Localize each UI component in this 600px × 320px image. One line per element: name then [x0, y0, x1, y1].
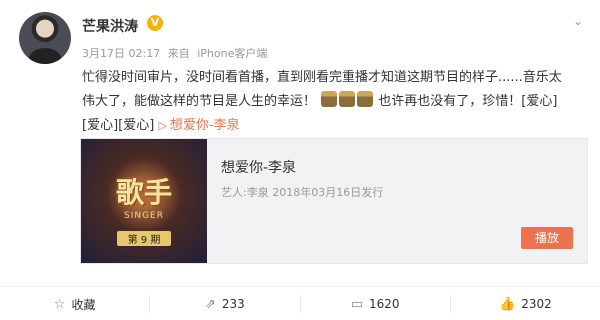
avatar[interactable] — [19, 12, 71, 64]
star-icon: ☆ — [53, 296, 66, 312]
content-text-3a: [爱心][爱心] — [82, 118, 155, 133]
card-title[interactable]: 想爱你-李泉 — [221, 157, 296, 177]
play-button[interactable]: 播放 — [521, 227, 573, 249]
favorite-button[interactable]: ☆ 收藏 — [0, 295, 151, 313]
repost-icon: ⇗ — [204, 296, 216, 312]
content-line-3: [爱心][爱心] ▷ 想爱你-李泉 — [82, 114, 592, 138]
like-button[interactable]: 👍 2302 — [451, 295, 600, 313]
album-cover[interactable]: 歌手 SINGER 第 9 期 — [81, 139, 207, 263]
emoji-icon — [321, 91, 338, 107]
card-subtitle: 艺人:李泉 2018年03月16日发行 — [221, 186, 384, 199]
thumbs-up-icon: 👍 — [499, 296, 516, 312]
emoji-icon — [357, 91, 374, 107]
post-source[interactable]: iPhone客户端 — [197, 47, 267, 60]
comment-count: 1620 — [369, 297, 400, 311]
comment-button[interactable]: ▭ 1620 — [301, 295, 451, 313]
favorite-label: 收藏 — [71, 297, 96, 312]
content-line-2: 伟大了，能做这样的节目是人生的幸运！ 也许再也没有了，珍惜！[爱心] — [82, 90, 592, 114]
content-text-2a: 伟大了，能做这样的节目是人生的幸运！ — [82, 94, 317, 109]
cover-episode: 第 9 期 — [117, 231, 171, 246]
content-text-2b: 也许再也没有了，珍惜！[爱心] — [378, 94, 558, 109]
play-icon: ▷ — [158, 119, 167, 132]
comment-icon: ▭ — [350, 296, 363, 312]
repost-button[interactable]: ⇗ 233 — [150, 295, 301, 313]
action-bar: ☆ 收藏 ⇗ 233 ▭ 1620 👍 2302 — [0, 286, 600, 320]
post-date[interactable]: 3月17日 02:17 — [82, 47, 160, 60]
music-link[interactable]: ▷ 想爱你-李泉 — [158, 118, 239, 133]
post-content: 忙得没时间审片，没时间看首播，直到刚看完重播才知道这期节目的样子......音乐… — [82, 66, 592, 138]
chevron-down-icon[interactable]: ⌄ — [570, 14, 586, 30]
cover-subtitle: SINGER — [123, 211, 164, 221]
emoji-icon — [339, 91, 356, 107]
repost-count: 233 — [221, 297, 245, 311]
verified-badge-icon: V — [147, 15, 163, 31]
music-card[interactable]: 歌手 SINGER 第 9 期 想爱你-李泉 艺人:李泉 2018年03月16日… — [80, 138, 588, 264]
post-meta: 3月17日 02:17 来自 iPhone客户端 — [82, 45, 271, 61]
source-prefix: 来自 — [167, 47, 190, 60]
username[interactable]: 芒果洪涛 — [82, 16, 138, 36]
cover-title: 歌手 — [115, 176, 172, 209]
content-line-1: 忙得没时间审片，没时间看首播，直到刚看完重播才知道这期节目的样子......音乐… — [82, 70, 562, 85]
like-count: 2302 — [521, 297, 552, 311]
music-link-label: 想爱你-李泉 — [169, 118, 240, 133]
